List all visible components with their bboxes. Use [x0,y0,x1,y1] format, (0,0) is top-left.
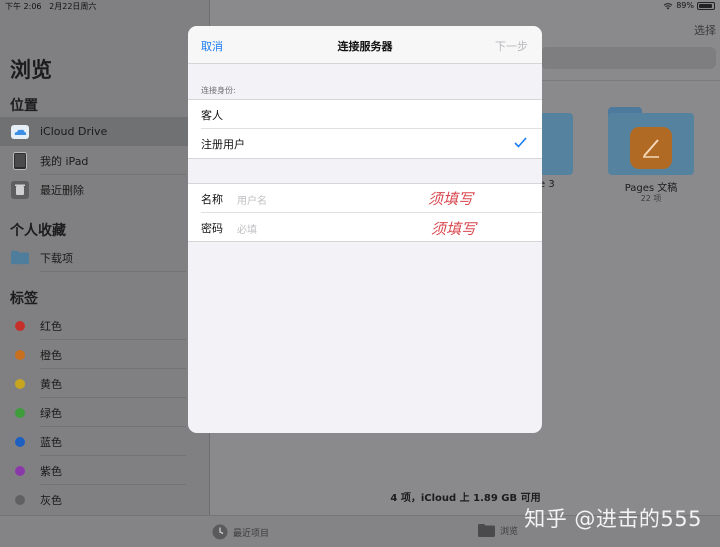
select-button[interactable]: 选择 [694,22,716,38]
password-label: 密码 [201,221,223,235]
password-row: 密码 必填 [188,213,542,242]
folder-label: Pages 文稿 [624,183,678,194]
dialog-header: 取消 连接服务器 下一步 [188,26,542,64]
tag-color-icon [15,465,25,476]
sidebar-item-label: 橙色 [40,348,62,362]
tag-color-icon [15,378,25,389]
option-registered-user[interactable]: 注册用户 [188,129,542,158]
status-time-date: 下午 2:06 2月22日周六 [5,1,96,12]
ipad-icon [11,151,29,170]
tab-browse[interactable]: 浏览 [478,524,518,537]
sidebar: 浏览 位置 iCloud Drive 我的 iPad 最近删除 个人收藏 下载项… [0,0,210,515]
sidebar-item-label: 紫色 [40,464,62,478]
sidebar-item-tag[interactable]: 灰色 [0,485,210,514]
sidebar-item-label: 下载项 [40,251,73,265]
watermark: 知乎 @进击的555 [524,507,702,531]
tag-color-icon [15,494,25,505]
folder-icon [478,524,495,537]
dialog-title: 连接服务器 [337,40,393,53]
sidebar-item-tag[interactable]: 红色 [0,311,210,340]
trash-icon [11,180,29,199]
divider [188,241,542,242]
folder-icon [11,249,29,267]
wifi-icon [663,2,673,9]
battery-percent: 89% [676,1,694,10]
icloud-icon [11,123,29,141]
tag-color-icon [15,436,25,447]
tab-recent[interactable]: 最近项目 [212,524,269,540]
sidebar-item-label: 灰色 [40,493,62,507]
clock-icon [212,524,228,540]
sidebar-item-tag[interactable]: 紫色 [0,456,210,485]
status-right: 89% [663,1,715,10]
favorites-title: 个人收藏 [10,223,66,239]
sidebar-item-tag[interactable]: 橙色 [0,340,210,369]
pages-icon [630,127,672,169]
tab-label: 浏览 [500,527,519,537]
sidebar-item-label: 我的 iPad [40,154,89,168]
sidebar-item-label: 黄色 [40,377,62,391]
option-label: 客人 [201,108,223,122]
name-row: 名称 用户名 [188,184,542,213]
sidebar-item-tag[interactable]: 绿色 [0,398,210,427]
handwritten-note-name: 须填写 [428,190,474,208]
sidebar-item-tag[interactable]: 蓝色 [0,427,210,456]
status-bar: 下午 2:06 2月22日周六 89% [0,0,720,14]
folder-pages[interactable] [608,107,694,175]
sidebar-item-recently-deleted[interactable]: 最近删除 [0,175,210,204]
divider [40,271,186,272]
sidebar-item-label: 绿色 [40,406,62,420]
status-date: 2月22日周六 [49,2,97,11]
next-button[interactable]: 下一步 [495,38,528,54]
name-label: 名称 [201,192,223,206]
status-time: 下午 2:06 [5,2,42,11]
divider [188,158,542,159]
tag-color-icon [15,349,25,360]
sidebar-item-label: iCloud Drive [40,125,108,138]
sidebar-item-downloads[interactable]: 下载项 [0,243,210,272]
name-input[interactable]: 用户名 [237,192,267,207]
option-guest[interactable]: 客人 [188,100,542,129]
sidebar-item-label: 红色 [40,319,62,333]
tag-color-icon [15,320,25,331]
sidebar-item-label: 蓝色 [40,435,62,449]
password-input[interactable]: 必填 [237,221,257,236]
connect-server-dialog: 取消 连接服务器 下一步 连接身份: 客人 注册用户 名称 用户名 密码 必填 … [188,26,542,433]
connect-as-label: 连接身份: [201,86,236,95]
sidebar-title: 浏览 [10,58,52,82]
tag-color-icon [15,407,25,418]
folder-count: 22 项 [640,194,662,203]
search-field[interactable] [541,47,716,69]
storage-info: 4 项，iCloud 上 1.89 GB 可用 [390,493,541,504]
sidebar-item-label: 最近删除 [40,183,84,197]
battery-icon [697,1,715,10]
sidebar-item-my-ipad[interactable]: 我的 iPad [0,146,210,175]
option-label: 注册用户 [201,137,245,151]
sidebar-item-icloud-drive[interactable]: iCloud Drive [0,117,210,146]
handwritten-note-password: 须填写 [431,220,477,238]
sidebar-item-tag[interactable]: 黄色 [0,369,210,398]
locations-title: 位置 [10,98,38,114]
tab-label: 最近项目 [233,528,270,539]
tags-title: 标签 [10,291,38,307]
checkmark-icon [514,137,527,151]
